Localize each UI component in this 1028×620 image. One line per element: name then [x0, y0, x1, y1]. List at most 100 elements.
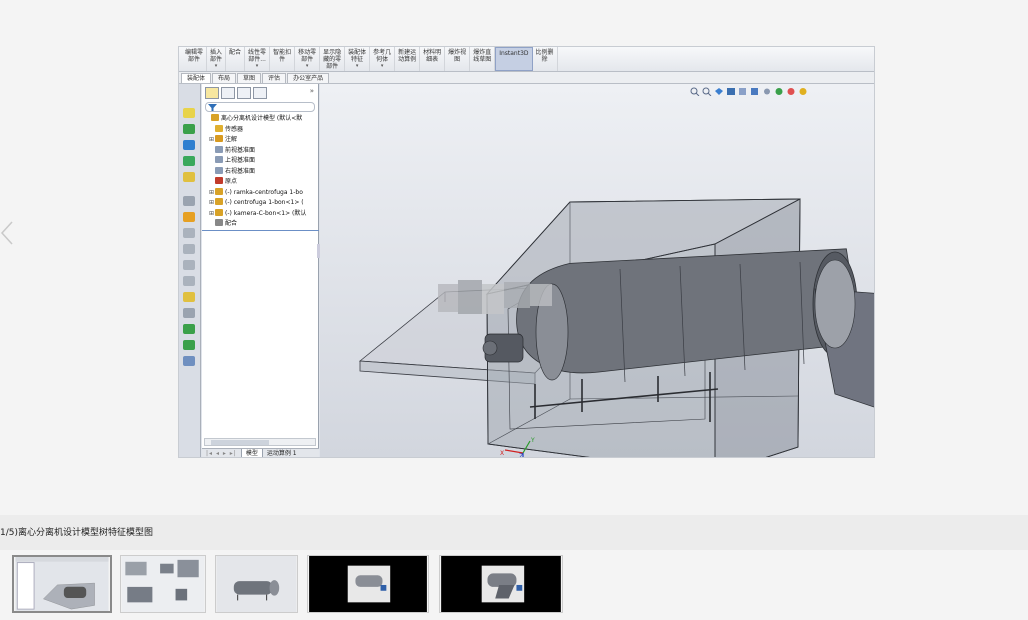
toolbar-command-label: 编辑零 部件	[185, 49, 204, 63]
tool-icon[interactable]	[183, 108, 195, 118]
discharge-hopper	[814, 259, 874, 408]
tool-icon[interactable]	[183, 244, 195, 254]
tree-node-icon	[215, 124, 223, 132]
toolbar-command[interactable]: 线性零 部件... ▾	[245, 47, 271, 71]
caption-bar: 1/5)离心分离机设计模型树特征模型图	[0, 515, 1028, 550]
thumbnail-4-image	[309, 556, 427, 612]
tree-node-icon	[215, 135, 223, 142]
toolbar-command-label: 爆炸视 图	[448, 49, 467, 63]
thumbnail-1-image	[15, 557, 109, 611]
tree-node-icon	[215, 156, 223, 163]
tree-node-label: 离心分离机设计模型 (默认<默	[221, 115, 303, 122]
tree-node-label: 前视基准面	[225, 146, 256, 154]
tool-icon[interactable]	[183, 276, 195, 286]
tab-command-group[interactable]: 评估	[262, 73, 287, 83]
property-manager-tab[interactable]	[221, 87, 235, 99]
previous-image-arrow[interactable]	[0, 218, 22, 248]
tab-model[interactable]: 模型	[240, 449, 263, 457]
toolbar-command[interactable]: 智能扣 件	[270, 47, 296, 71]
tool-icon[interactable]	[183, 356, 195, 366]
chevron-down-icon[interactable]: ▾	[298, 63, 316, 70]
tool-icon[interactable]	[183, 172, 195, 182]
tab-command-group[interactable]: 办公室产品	[287, 73, 330, 83]
tree-node[interactable]: 右视基准面	[202, 166, 319, 176]
tree-node-label: 配合	[225, 220, 238, 227]
toolbar-command[interactable]: 材料明 细表	[420, 47, 446, 71]
toolbar-command[interactable]: 爆炸直 线草图	[470, 47, 496, 71]
centrifuge-3d-model[interactable]: X Y Z	[320, 84, 875, 458]
toolbar-command[interactable]: 装配体 特征 ▾	[345, 47, 371, 71]
thumbnail-1[interactable]	[12, 555, 112, 613]
tool-icon[interactable]	[183, 324, 195, 334]
tree-node-icon	[215, 177, 223, 184]
rollback-bar[interactable]	[202, 230, 319, 231]
thumbnail-3-image	[216, 556, 297, 612]
tab-command-group[interactable]: 布局	[212, 73, 237, 83]
expand-panel-icon[interactable]: »	[310, 87, 314, 95]
chevron-down-icon[interactable]: ▾	[373, 63, 391, 70]
toolbar-command[interactable]: 参考几 何体 ▾	[370, 47, 396, 71]
tree-node-label: 注解	[225, 136, 238, 143]
tree-node[interactable]: ⊞ 注解	[202, 135, 319, 144]
toolbar-command-label: 材料明 细表	[423, 49, 442, 63]
tool-icon[interactable]	[183, 196, 195, 206]
command-tabs: 装配体 布局 草图 评估 办公室产品	[179, 72, 874, 84]
thumbnail-2[interactable]	[120, 555, 206, 613]
tab-motion-study[interactable]: 运动算例 1	[263, 449, 301, 457]
thumbnail-5[interactable]	[439, 555, 563, 613]
tab-nav-arrows[interactable]: |◂ ◂ ▸ ▸|	[202, 449, 241, 457]
centrifuge-drum	[516, 248, 862, 383]
tree-filter[interactable]	[205, 102, 315, 112]
tree-node[interactable]: 离心分离机设计模型 (默认<默	[202, 114, 319, 123]
toolbar-command[interactable]: 爆炸视 图	[445, 47, 471, 71]
tool-icon[interactable]	[183, 228, 195, 238]
dimxpert-tab[interactable]	[253, 87, 267, 99]
toolbar-command-label: Instant3D	[499, 50, 529, 57]
tool-icon[interactable]	[183, 140, 195, 150]
tree-node-icon	[215, 208, 223, 216]
toolbar-command-label: 插入 部件	[210, 49, 223, 63]
toolbar-command[interactable]: 编辑零 部件	[182, 47, 208, 71]
tree-node[interactable]: ⊞ (-) centrofuga 1-bon<1> (	[202, 198, 319, 207]
tool-icon[interactable]	[183, 260, 195, 270]
chevron-down-icon[interactable]: ▾	[348, 63, 366, 70]
task-icon-strip	[179, 84, 201, 457]
tree-node[interactable]: ⊞ (-) kamera-C-bon<1> (默认	[202, 208, 319, 218]
toolbar-command[interactable]: Instant3D	[495, 47, 533, 71]
thumbnail-4[interactable]	[307, 555, 429, 613]
tool-icon[interactable]	[183, 156, 195, 166]
tool-icon[interactable]	[183, 124, 195, 134]
tool-icon[interactable]	[183, 340, 195, 350]
toolbar-command-label: 配合	[229, 49, 242, 56]
model-tabs-bar: |◂ ◂ ▸ ▸| 模型 运动算例 1	[202, 448, 319, 457]
toolbar-command[interactable]: 移动零 部件 ▾	[295, 47, 321, 71]
tree-node[interactable]: 前视基准面	[202, 145, 319, 155]
tool-icon[interactable]	[183, 212, 195, 222]
feature-tree-tab[interactable]	[205, 87, 219, 99]
tree-node[interactable]: ⊞ (-) ramka-centrofuga 1-bo	[202, 187, 319, 197]
tree-node-icon	[215, 198, 223, 205]
tab-command-group[interactable]: 草图	[237, 73, 262, 83]
configuration-manager-tab[interactable]	[237, 87, 251, 99]
chevron-down-icon[interactable]: ▾	[248, 63, 266, 70]
toolbar-command[interactable]: 配合	[226, 47, 246, 71]
tree-node[interactable]: 上视基准面	[202, 156, 319, 165]
scroll-thumb[interactable]	[211, 440, 269, 445]
tree-node-label: 上视基准面	[225, 157, 256, 164]
motor	[482, 333, 524, 363]
tree-node[interactable]: 原点	[202, 177, 319, 186]
chevron-down-icon[interactable]: ▾	[210, 63, 222, 70]
toolbar-command[interactable]: 插入 部件 ▾	[207, 47, 227, 71]
toolbar-command[interactable]: 显示隐 藏的零 部件	[320, 47, 346, 71]
tree-node[interactable]: 配合	[202, 219, 319, 228]
tree-horizontal-scrollbar[interactable]	[204, 438, 316, 446]
image-caption: 1/5)离心分离机设计模型树特征模型图	[0, 528, 153, 538]
graphics-viewport[interactable]: X Y Z	[320, 84, 875, 458]
tree-node[interactable]: 传感器	[202, 124, 319, 134]
tool-icon[interactable]	[183, 292, 195, 302]
thumbnail-3[interactable]	[215, 555, 298, 613]
tool-icon[interactable]	[183, 308, 195, 318]
toolbar-command[interactable]: 比例删 除	[533, 47, 558, 71]
toolbar-command[interactable]: 新建运 动算例	[395, 47, 421, 71]
tab-command-group[interactable]: 装配体	[181, 73, 212, 83]
